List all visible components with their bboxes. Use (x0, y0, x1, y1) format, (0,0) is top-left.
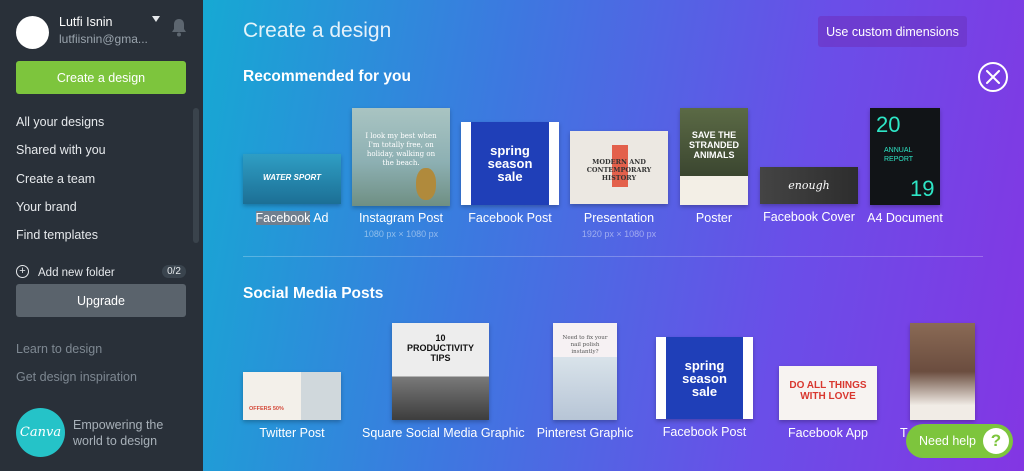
need-help-button[interactable]: Need help ? (906, 424, 1013, 458)
template-card-instagram-post[interactable]: I look my best when I'm totally free, on… (352, 108, 450, 240)
question-icon: ? (983, 428, 1009, 454)
thumbnail-text: MODERN AND CONTEMPORARY HISTORY (586, 158, 652, 182)
card-label-rest: Ad (310, 211, 329, 225)
section-divider (243, 256, 983, 257)
custom-dimensions-button[interactable]: Use custom dimensions (818, 16, 967, 47)
thumbnail-text: I look my best when I'm totally free, on… (365, 132, 437, 167)
social-media-title: Social Media Posts (243, 285, 384, 302)
template-card-a4-document[interactable]: 20 ANNUAL REPORT 19 A4 Document (867, 108, 943, 228)
sidebar-item-templates[interactable]: Find templates (16, 225, 188, 253)
add-folder-button[interactable]: + Add new folder 0/2 (16, 265, 186, 283)
thumbnail-text: SAVE THE STRANDED ANIMALS (688, 130, 739, 160)
folder-count-badge: 0/2 (162, 265, 186, 278)
card-label: Poster (695, 211, 733, 225)
caret-down-icon[interactable] (152, 16, 160, 22)
card-label: Facebook App (788, 426, 868, 440)
template-card-facebook-post[interactable]: spring season sale Facebook Post (461, 122, 559, 228)
recommended-title: Recommended for you (243, 68, 411, 85)
thumbnail-text: OFFERS 50% (249, 406, 284, 412)
card-label: Facebook Cover (763, 210, 855, 224)
need-help-label: Need help (919, 434, 976, 448)
selected-text: Facebook (255, 211, 311, 225)
card-label: Pinterest Graphic (536, 426, 634, 440)
sidebar-item-brand[interactable]: Your brand (16, 197, 188, 225)
plus-icon: + (16, 265, 29, 278)
add-folder-label: Add new folder (38, 267, 115, 279)
thumbnail-text: WATER SPORT (263, 173, 321, 182)
card-label: Twitter Post (259, 426, 325, 440)
card-dimensions: 1080 px × 1080 px (363, 229, 439, 239)
thumbnail-year-top: 20 (876, 112, 901, 137)
sidebar: Lutfi Isnin lutfiisnin@gma... Create a d… (0, 0, 203, 471)
card-label: Presentation (583, 211, 655, 225)
template-card-poster[interactable]: SAVE THE STRANDED ANIMALS Poster (680, 108, 748, 228)
sidebar-nav: All your designs Shared with you Create … (16, 112, 188, 253)
template-card-twitter-post[interactable]: OFFERS 50% Twitter Post (243, 372, 341, 442)
thumbnail-text: spring season sale (682, 358, 727, 399)
user-email: lutfiisnin@gma... (59, 32, 148, 46)
template-card-facebook-app[interactable]: DO ALL THINGS WITH LOVE Facebook App (779, 366, 877, 442)
template-card-facebook-post-2[interactable]: spring season sale Facebook Post (656, 337, 753, 441)
thumbnail: OFFERS 50% (243, 372, 341, 420)
thumbnail: spring season sale (461, 122, 559, 205)
thumbnail: WATER SPORT (243, 154, 341, 204)
close-button[interactable] (978, 62, 1008, 92)
thumbnail-text: DO ALL THINGS WITH LOVE (789, 380, 867, 402)
sidebar-item-create-team[interactable]: Create a team (16, 169, 188, 197)
card-label: Square Social Media Graphic (362, 426, 525, 440)
template-card-square-social[interactable]: 10 PRODUCTIVITY TIPS Square Social Media… (362, 323, 525, 441)
thumbnail-text: 10 PRODUCTIVITY TIPS (406, 333, 474, 363)
card-label: Facebook Post (468, 211, 552, 225)
thumbnail: MODERN AND CONTEMPORARY HISTORY (570, 131, 668, 204)
thumbnail: SAVE THE STRANDED ANIMALS (680, 108, 748, 205)
template-card-facebook-ad[interactable]: WATER SPORT Facebook Ad (243, 154, 341, 229)
avatar[interactable] (16, 16, 49, 49)
thumbnail-photo (301, 372, 341, 420)
card-label: A4 Document (867, 211, 943, 225)
card-label: Facebook Ad (243, 211, 341, 225)
bell-icon[interactable] (170, 18, 188, 38)
learn-to-design-link[interactable]: Learn to design (16, 342, 102, 356)
sidebar-item-shared[interactable]: Shared with you (16, 140, 188, 168)
user-name: Lutfi Isnin (59, 15, 113, 29)
template-card-presentation[interactable]: MODERN AND CONTEMPORARY HISTORY Presenta… (570, 131, 668, 241)
tagline: Empowering the world to design (73, 418, 164, 448)
sidebar-scrollbar[interactable] (193, 108, 199, 243)
card-dimensions: 1920 px × 1080 px (581, 229, 657, 239)
user-account[interactable]: Lutfi Isnin lutfiisnin@gma... (16, 14, 196, 50)
main-panel: Create a design Use custom dimensions Re… (203, 0, 1024, 471)
template-card-pinterest[interactable]: Need to fix your nail polish instantly? … (537, 323, 633, 441)
thumbnail: 10 PRODUCTIVITY TIPS (392, 323, 489, 420)
design-inspiration-link[interactable]: Get design inspiration (16, 370, 137, 384)
thumbnail-year-bottom: 19 (910, 176, 935, 201)
thumbnail: I look my best when I'm totally free, on… (352, 108, 450, 206)
thumbnail: 20 ANNUAL REPORT 19 (870, 108, 940, 205)
page-title: Create a design (243, 19, 392, 42)
pineapple-shape (416, 168, 436, 200)
card-label: Instagram Post (358, 211, 444, 225)
sidebar-item-all-designs[interactable]: All your designs (16, 112, 188, 140)
canva-logo: Canva (16, 408, 65, 457)
template-card-facebook-cover[interactable]: enough Facebook Cover (760, 167, 858, 229)
close-icon (986, 70, 1000, 84)
upgrade-button[interactable]: Upgrade (16, 284, 186, 317)
thumbnail-text: spring season sale (487, 143, 533, 184)
thumbnail-text: enough (788, 179, 830, 192)
create-design-button[interactable]: Create a design (16, 61, 186, 94)
thumbnail: enough (760, 167, 858, 204)
thumbnail: spring season sale (656, 337, 753, 419)
thumbnail: DO ALL THINGS WITH LOVE (779, 366, 877, 420)
card-label: Facebook Post (662, 425, 747, 439)
thumbnail: Need to fix your nail polish instantly? (553, 323, 617, 420)
thumbnail-text: Need to fix your nail polish instantly? (562, 335, 608, 355)
thumbnail (910, 323, 975, 420)
thumbnail-text: ANNUAL REPORT (884, 147, 914, 163)
